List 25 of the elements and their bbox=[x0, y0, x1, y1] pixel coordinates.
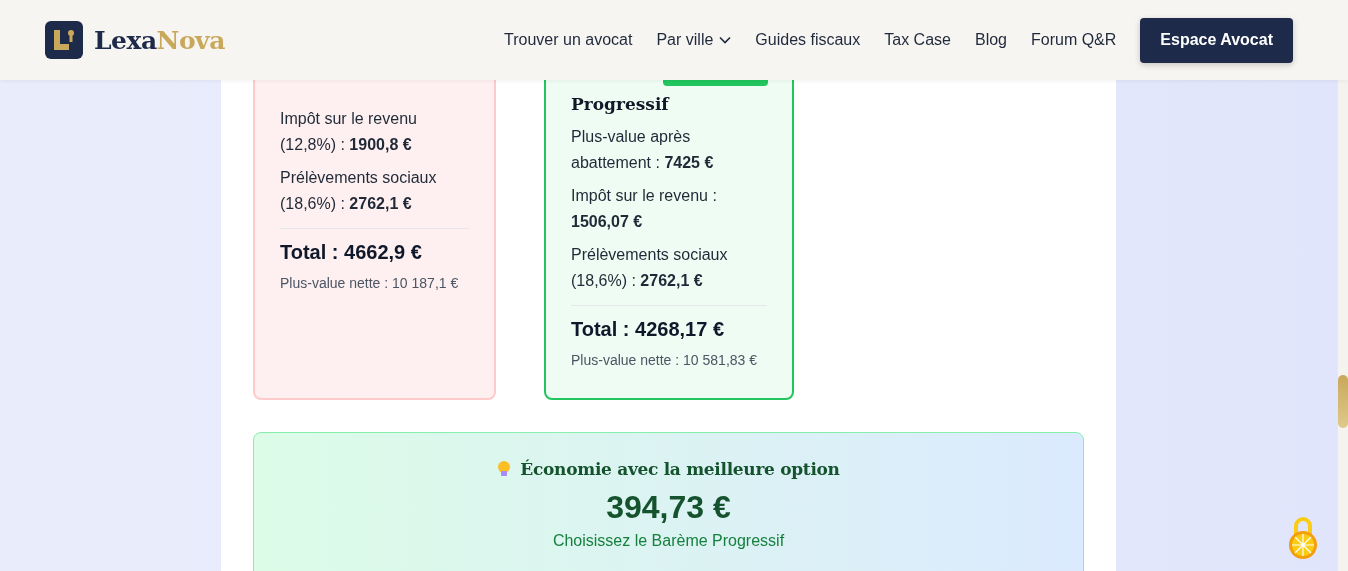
nav-link[interactable]: Blog bbox=[974, 31, 1007, 49]
savings-advice: Choisissez le Barème Progressif bbox=[552, 532, 785, 550]
brand-name[interactable]: LexaNova bbox=[94, 25, 225, 55]
net-gain: Plus-value nette : 10 581,83 € bbox=[571, 352, 759, 368]
savings-amount: 394,73 € bbox=[606, 489, 731, 526]
nav-link[interactable]: Par ville bbox=[656, 31, 732, 49]
tax-line: Impôt sur le revenu (12,8%) : 1900,8 € bbox=[280, 109, 418, 155]
chevron-down-icon bbox=[719, 36, 732, 44]
tax-line: Prélèvements sociaux (18,6%) : 2762,1 € bbox=[571, 245, 729, 291]
tax-line: Plus-value après abattement : 7425 € bbox=[571, 127, 715, 173]
nav-link[interactable]: Tax Case bbox=[884, 31, 951, 49]
total-amount: Total : 4662,9 € bbox=[280, 240, 423, 265]
net-gain: Plus-value nette : 10 187,1 € bbox=[280, 275, 460, 291]
total-amount: Total : 4268,17 € bbox=[571, 317, 726, 342]
nav-link[interactable]: Trouver un avocat bbox=[504, 31, 633, 49]
tax-line: Impôt sur le revenu : 1506,07 € bbox=[571, 186, 718, 232]
lock-icon[interactable] bbox=[1287, 515, 1319, 561]
nav-link[interactable]: Forum Q&R bbox=[1031, 31, 1117, 49]
tax-line: Prélèvements sociaux (18,6%) : 2762,1 € bbox=[280, 168, 438, 214]
nav-link[interactable]: Guides fiscaux bbox=[755, 31, 861, 49]
savings-title: Économie avec la meilleure option bbox=[520, 459, 840, 479]
lightbulb-icon bbox=[497, 460, 512, 478]
espace-avocat-button[interactable]: Espace Avocat bbox=[1140, 17, 1293, 63]
card-title: Progressif bbox=[571, 94, 671, 114]
logo-icon bbox=[45, 21, 83, 59]
